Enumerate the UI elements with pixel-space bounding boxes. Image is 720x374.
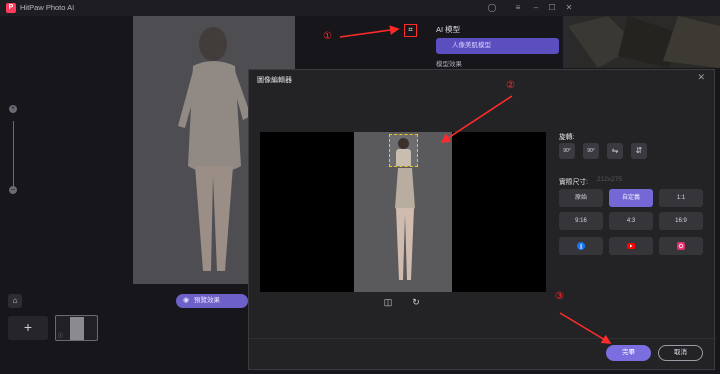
reset-icon[interactable]: ↻ [410, 296, 422, 308]
ratio-original-button[interactable]: 原始 [559, 189, 603, 207]
youtube-icon [627, 243, 635, 249]
editor-image [354, 132, 452, 292]
arrow-1 [339, 25, 400, 38]
ratio-custom-button[interactable]: 自定義 [609, 189, 653, 207]
flip-icon[interactable]: ◫ [382, 296, 394, 308]
zoom-in-icon[interactable]: + [9, 105, 17, 113]
close-window-icon[interactable]: ✕ [563, 2, 575, 14]
crop-icon[interactable]: ⌗ [404, 24, 417, 37]
rotate-label: 旋轉: [559, 134, 575, 141]
annotation-2: ② [506, 80, 515, 91]
thumbnail-info-icon: ⓘ [58, 333, 64, 339]
ai-model-sub-label: 模型效果 [436, 61, 462, 68]
rotate-right-button[interactable]: 90° [583, 143, 599, 159]
crop-selection-box[interactable] [389, 134, 418, 167]
size-value: 212x275 [597, 176, 622, 183]
ratio-label: 1:1 [676, 195, 686, 201]
add-image-button[interactable]: + [8, 316, 48, 340]
cancel-button[interactable]: 取消 [658, 345, 703, 361]
size-label: 實際尺寸: [559, 179, 589, 186]
ratio-label: 9:16 [575, 218, 587, 224]
preview-label: 預覽效果 [194, 297, 220, 304]
minimize-icon[interactable]: – [530, 2, 542, 14]
close-icon[interactable]: ✕ [697, 72, 705, 83]
thumbnail-image [70, 317, 84, 340]
done-button[interactable]: 完畢 [606, 345, 651, 361]
app-title: HitPaw Photo AI [20, 3, 75, 12]
eye-icon: ◉ [183, 297, 190, 304]
rotate-right-label: 90° [587, 148, 595, 154]
zoom-out-icon[interactable]: – [9, 186, 17, 194]
zoom-slider[interactable] [12, 121, 14, 191]
ratio-1-1-button[interactable]: 1:1 [659, 189, 703, 207]
preview-button[interactable]: ◉ 預覽效果 [176, 294, 248, 308]
figure-preview [395, 168, 415, 280]
background-pattern [568, 16, 720, 68]
image-editor-dialog: 圖像編輯器 ✕ ◫ ↻ 旋轉: 90° 90° ⇋ ⇵ 實際尺寸: 212x27… [248, 69, 716, 370]
instagram-icon [677, 242, 685, 250]
ai-model-selected[interactable]: 人像美肌模型 [436, 38, 559, 54]
ai-model-title: AI 模型 [436, 25, 461, 34]
image-thumbnail[interactable]: ⓘ [55, 315, 98, 341]
ratio-label: 原始 [574, 195, 587, 201]
ratio-facebook-button[interactable] [559, 237, 603, 255]
ratio-youtube-button[interactable] [609, 237, 653, 255]
account-icon[interactable]: ◯ [486, 2, 498, 14]
dialog-title: 圖像編輯器 [257, 77, 292, 84]
home-button[interactable]: ⌂ [8, 294, 22, 308]
menu-icon[interactable]: ≡ [512, 2, 524, 14]
ratio-instagram-button[interactable] [659, 237, 703, 255]
annotation-3: ③ [555, 291, 564, 302]
zoom-rail: + – [0, 16, 30, 276]
title-bar: P HitPaw Photo AI ◯ ≡ – ☐ ✕ [0, 0, 720, 16]
ratio-label: 4:3 [626, 218, 636, 224]
app-logo-icon: P [6, 3, 16, 13]
ratio-label: 自定義 [621, 195, 640, 201]
ratio-16-9-button[interactable]: 16:9 [659, 212, 703, 230]
facebook-icon [577, 242, 585, 250]
app-window: P HitPaw Photo AI ◯ ≡ – ☐ ✕ + – ⌗ AI 模型 … [0, 0, 720, 374]
rotate-left-label: 90° [563, 148, 571, 154]
ratio-label: 16:9 [675, 218, 687, 224]
annotation-1: ① [323, 31, 332, 42]
flip-horizontal-icon[interactable]: ⇋ [607, 143, 623, 159]
rotate-left-button[interactable]: 90° [559, 143, 575, 159]
ratio-9-16-button[interactable]: 9:16 [559, 212, 603, 230]
flip-vertical-icon[interactable]: ⇵ [631, 143, 647, 159]
dialog-divider [249, 338, 716, 339]
maximize-icon[interactable]: ☐ [546, 2, 558, 14]
ratio-4-3-button[interactable]: 4:3 [609, 212, 653, 230]
editor-canvas [260, 132, 546, 292]
